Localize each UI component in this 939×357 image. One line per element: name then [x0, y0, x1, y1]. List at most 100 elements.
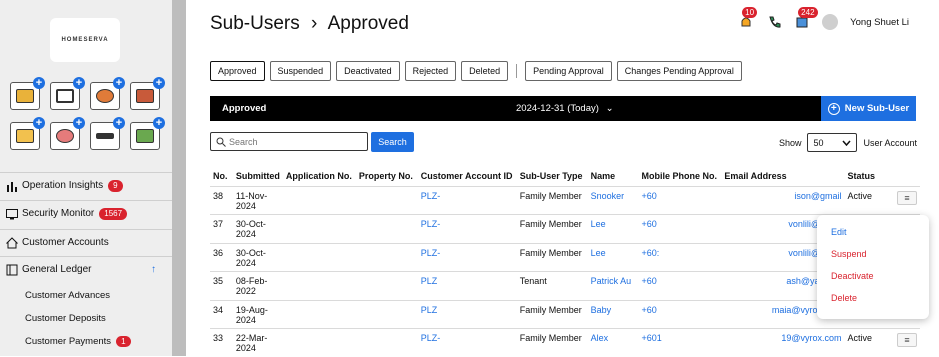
col-property-no[interactable]: Property No. [356, 166, 418, 186]
table-header-row: No. Submitted Application No. Property N… [210, 166, 920, 186]
home-icon [6, 237, 18, 249]
nav-customer-accounts[interactable]: Customer Accounts [0, 229, 172, 255]
row-email[interactable]: 19@vyrox.com [721, 329, 844, 357]
row-phone[interactable]: +60 [638, 215, 721, 244]
col-mobile-phone[interactable]: Mobile Phone No. [638, 166, 721, 186]
new-sub-user-button[interactable]: + New Sub-User [821, 96, 916, 121]
row-name[interactable]: Alex [588, 329, 639, 357]
sub-users-table: No. Submitted Application No. Property N… [210, 166, 920, 357]
tab-approved[interactable]: Approved [210, 61, 265, 81]
row-phone[interactable]: +60 [638, 186, 721, 215]
row-account-id[interactable]: PLZ- [418, 243, 517, 272]
col-sub-user-type[interactable]: Sub-User Type [517, 166, 588, 186]
tab-rejected[interactable]: Rejected [405, 61, 457, 81]
nav-security-monitor[interactable]: Security Monitor 1567 [0, 200, 172, 226]
row-phone[interactable]: +60: [638, 243, 721, 272]
card-app-icon[interactable]: + [10, 122, 40, 150]
col-status[interactable]: Status [845, 166, 894, 186]
row-no: 36 [210, 243, 233, 272]
col-email[interactable]: Email Address [721, 166, 844, 186]
tab-deactivated[interactable]: Deactivated [336, 61, 400, 81]
chevron-down-icon: ⌄ [606, 103, 614, 114]
id-card-app-icon[interactable]: + [90, 122, 120, 150]
row-account-id[interactable]: PLZ- [418, 215, 517, 244]
property-app-icon[interactable]: + [10, 82, 40, 110]
page-size-select[interactable]: 50 [807, 133, 857, 152]
nav-general-ledger[interactable]: General Ledger ↑ [0, 256, 172, 282]
col-application-no[interactable]: Application No. [283, 166, 356, 186]
row-phone[interactable]: +60 [638, 272, 721, 301]
tab-deleted[interactable]: Deleted [461, 61, 508, 81]
row-email[interactable]: ison@gmail [721, 186, 844, 215]
suspend-menu-item[interactable]: Suspend [817, 249, 929, 271]
row-status: Active [845, 329, 894, 357]
row-application-no [283, 215, 356, 244]
row-account-id[interactable]: PLZ [418, 300, 517, 329]
row-name[interactable]: Lee [588, 243, 639, 272]
sidebar-scrollbar[interactable] [172, 0, 186, 356]
nav-operation-insights[interactable]: Operation Insights 9 [0, 172, 172, 198]
subnav-label: Customer Deposits [25, 313, 106, 324]
subnav-customer-advances[interactable]: Customer Advances [25, 290, 110, 301]
avatar[interactable] [822, 14, 838, 30]
add-icon[interactable]: + [113, 77, 125, 89]
tab-pending-approval[interactable]: Pending Approval [525, 61, 612, 81]
tab-suspended[interactable]: Suspended [270, 61, 332, 81]
building-app-icon[interactable]: + [130, 82, 160, 110]
page-size-control: Show 50 User Account [779, 133, 917, 152]
user-name[interactable]: Yong Shuet Li [850, 17, 909, 28]
col-name[interactable]: Name [588, 166, 639, 186]
row-submitted: 08-Feb- 2022 [233, 272, 283, 301]
row-no: 35 [210, 272, 233, 301]
table-row: 3419-Aug- 2024PLZFamily MemberBaby+60mai… [210, 300, 920, 329]
chart-board-app-icon[interactable]: + [130, 122, 160, 150]
nav-label: Operation Insights [22, 180, 103, 191]
row-phone[interactable]: +601 [638, 329, 721, 357]
subnav-customer-deposits[interactable]: Customer Deposits [25, 313, 106, 324]
row-account-id[interactable]: PLZ- [418, 186, 517, 215]
delete-menu-item[interactable]: Delete [817, 293, 929, 315]
add-icon[interactable]: + [153, 77, 165, 89]
add-icon[interactable]: + [113, 117, 125, 129]
show-suffix: User Account [863, 138, 917, 148]
logo[interactable]: HOMESERVA [50, 18, 120, 62]
col-submitted[interactable]: Submitted [233, 166, 283, 186]
search-button[interactable]: Search [371, 132, 414, 152]
add-icon[interactable]: + [33, 117, 45, 129]
row-actions-menu: Edit Suspend Deactivate Delete [817, 215, 929, 319]
calendar-app-icon[interactable]: + [50, 82, 80, 110]
row-phone[interactable]: +60 [638, 300, 721, 329]
chevron-down-icon [842, 140, 851, 146]
add-icon[interactable]: + [73, 117, 85, 129]
tab-changes-pending-approval[interactable]: Changes Pending Approval [617, 61, 742, 81]
row-account-id[interactable]: PLZ- [418, 329, 517, 357]
add-icon[interactable]: + [73, 77, 85, 89]
row-menu-icon[interactable]: ≡ [897, 191, 917, 205]
search-input[interactable] [229, 137, 359, 147]
phone-icon[interactable] [766, 14, 782, 30]
add-icon[interactable]: + [33, 77, 45, 89]
subnav-customer-payments[interactable]: Customer Payments1 [25, 336, 131, 347]
edit-menu-item[interactable]: Edit [817, 227, 929, 249]
date-selector[interactable]: 2024-12-31 (Today) ⌄ [516, 103, 614, 114]
main-content: Sub-Users › Approved 10 242 Yong Shuet L… [200, 0, 939, 356]
search-field[interactable] [210, 132, 368, 151]
avatar-app-icon[interactable]: + [50, 122, 80, 150]
row-name[interactable]: Baby [588, 300, 639, 329]
col-no[interactable]: No. [210, 166, 233, 186]
bell-icon[interactable]: 10 [738, 14, 754, 30]
row-name[interactable]: Snooker [588, 186, 639, 215]
row-name[interactable]: Patrick Au [588, 272, 639, 301]
row-menu-icon[interactable]: ≡ [897, 333, 917, 347]
status-tabs: Approved Suspended Deactivated Rejected … [210, 61, 742, 81]
row-application-no [283, 300, 356, 329]
person-cash-app-icon[interactable]: + [90, 82, 120, 110]
row-sub-user-type: Family Member [517, 300, 588, 329]
col-customer-account-id[interactable]: Customer Account ID [418, 166, 517, 186]
message-icon[interactable]: 242 [794, 14, 810, 30]
add-icon[interactable]: + [153, 117, 165, 129]
row-name[interactable]: Lee [588, 215, 639, 244]
table-row: 3630-Oct- 2024PLZ-Family MemberLee+60:vo… [210, 243, 920, 272]
row-account-id[interactable]: PLZ [418, 272, 517, 301]
deactivate-menu-item[interactable]: Deactivate [817, 271, 929, 293]
